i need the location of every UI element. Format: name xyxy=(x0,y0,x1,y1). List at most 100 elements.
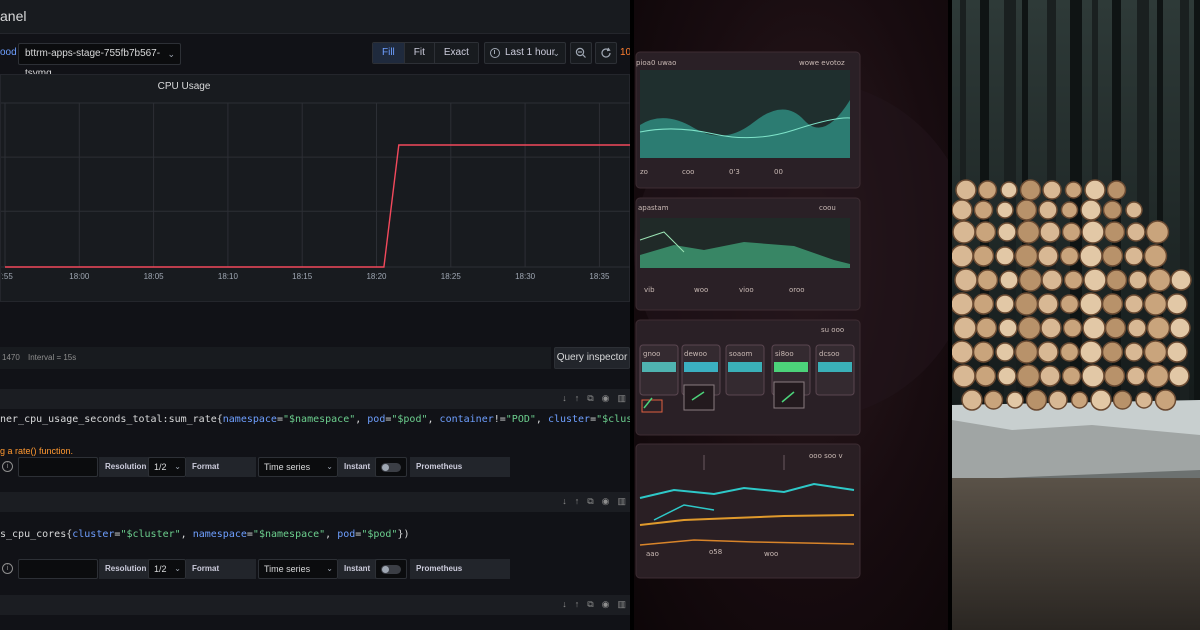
log-end xyxy=(1039,365,1061,387)
log-end xyxy=(1080,199,1102,221)
copy-icon[interactable]: ⧉ xyxy=(587,599,593,610)
instant-toggle[interactable] xyxy=(375,559,407,579)
card2-title: apastam xyxy=(638,204,669,212)
log-end xyxy=(1103,365,1126,387)
log-end xyxy=(995,294,1015,314)
query-metric: s_cpu_cores{ xyxy=(0,529,73,540)
log-end xyxy=(1048,390,1068,410)
datasource-label: Prometheus xyxy=(410,457,510,477)
refresh-icon xyxy=(601,47,611,58)
time-range-picker[interactable]: Last 1 hour ⌄ xyxy=(484,42,566,64)
log-end xyxy=(1104,317,1127,339)
arrow-down-icon[interactable]: ↓ xyxy=(562,393,567,404)
card3-tile-1: dewoo xyxy=(684,350,708,358)
card1-label-2: 0'3 xyxy=(729,168,740,176)
log-end xyxy=(1014,340,1039,364)
log-end xyxy=(1037,341,1059,363)
log-end xyxy=(1124,246,1144,266)
log-end xyxy=(974,365,997,387)
arrow-down-icon[interactable]: ↓ xyxy=(562,496,567,507)
resolution-label: Resolution xyxy=(99,457,153,477)
chevron-down-icon: ⌄ xyxy=(167,49,175,59)
log-end xyxy=(1038,200,1058,220)
cpu-usage-panel: CPU Usage 7:5518:0018:0518:1018:1518:201… xyxy=(0,74,630,302)
log-end xyxy=(1079,292,1103,316)
log-end xyxy=(952,220,976,244)
resolution-value: 1/2 xyxy=(154,462,167,472)
query-separator: , xyxy=(355,414,368,425)
log-end xyxy=(995,342,1015,362)
card3-tile-3: si8oo xyxy=(775,350,794,358)
log-end xyxy=(954,268,978,292)
query-label-key: namespace xyxy=(192,529,247,540)
arrow-up-icon[interactable]: ↑ xyxy=(575,496,580,507)
copy-icon[interactable]: ⧉ xyxy=(587,496,593,507)
log-end xyxy=(953,316,977,340)
log-end xyxy=(1014,244,1039,268)
query-label-key: pod xyxy=(337,529,356,540)
log-end xyxy=(952,292,974,316)
log-end xyxy=(952,199,973,221)
chevron-down-icon: ⌄ xyxy=(174,462,181,471)
resolution-select[interactable]: 1/2 ⌄ xyxy=(148,559,186,579)
refresh-button[interactable] xyxy=(595,42,617,64)
x-tick-label: 18:20 xyxy=(366,272,387,281)
log-end xyxy=(997,222,1017,242)
eye-icon[interactable]: ◉ xyxy=(602,496,610,507)
cpu-usage-chart: 7:55 18:00 18:05 18:10 18:15 18:20 18:25 18:30 1… xyxy=(1,102,630,281)
legend-input[interactable] xyxy=(18,457,98,477)
resolution-select[interactable]: 1/2 ⌄ xyxy=(148,457,186,477)
log-end xyxy=(972,293,995,315)
log-end xyxy=(1070,391,1089,409)
query-metric: ner_cpu_usage_seconds_total:sum_rate{ xyxy=(0,414,223,425)
log-end xyxy=(1016,220,1041,244)
format-label: Format xyxy=(186,559,256,579)
log-end xyxy=(1125,201,1143,219)
format-value: Time series xyxy=(264,564,311,574)
zoom-out-button[interactable] xyxy=(570,42,592,64)
log-end xyxy=(1060,201,1079,219)
query-a-expression[interactable]: ner_cpu_usage_seconds_total:sum_rate{nam… xyxy=(0,409,630,431)
log-end xyxy=(1126,222,1146,242)
log-end xyxy=(1102,200,1123,220)
card2-right: coou xyxy=(819,204,836,212)
card3-tile-2: soaom xyxy=(729,350,753,358)
log-end xyxy=(1040,317,1062,339)
copy-icon[interactable]: ⧉ xyxy=(587,393,593,404)
pod-variable-select[interactable]: bttrm-apps-stage-755fb7b567-tsvmq ⌄ xyxy=(18,43,181,79)
arrow-down-icon[interactable]: ↓ xyxy=(562,599,567,610)
query-b-expression[interactable]: s_cpu_cores{cluster="$cluster", namespac… xyxy=(0,524,630,546)
log-end xyxy=(1147,268,1172,292)
mode-fill-button[interactable]: Fill xyxy=(373,43,405,63)
card4-label-0: aao xyxy=(646,550,659,558)
arrow-up-icon[interactable]: ↑ xyxy=(575,393,580,404)
trash-icon[interactable]: ▥ xyxy=(617,393,626,404)
x-tick-label: 18:10 xyxy=(218,272,239,281)
log-end xyxy=(1124,342,1144,362)
legend-input[interactable] xyxy=(18,559,98,579)
mode-exact-button[interactable]: Exact xyxy=(434,43,478,63)
query-options-bar[interactable]: 1470 Interval = 15s xyxy=(0,347,551,369)
eye-icon[interactable]: ◉ xyxy=(602,599,610,610)
format-select[interactable]: Time series ⌄ xyxy=(258,559,338,579)
resolution-label: Resolution xyxy=(99,559,153,579)
trash-icon[interactable]: ▥ xyxy=(617,496,626,507)
query-inspector-button[interactable]: Query inspector xyxy=(554,347,630,369)
refresh-interval[interactable]: 10 xyxy=(620,47,630,58)
query-b-actions: ↓ ↑ ⧉ ◉ ▥ xyxy=(562,496,626,507)
eye-icon[interactable]: ◉ xyxy=(602,393,610,404)
log-end xyxy=(1015,199,1038,221)
trash-icon[interactable]: ▥ xyxy=(617,599,626,610)
view-mode-group: Fill Fit Exact xyxy=(372,42,479,64)
log-end xyxy=(1064,181,1083,199)
log-end xyxy=(1082,316,1106,340)
query-a-header: ↓ ↑ ⧉ ◉ ▥ xyxy=(0,389,630,409)
format-select[interactable]: Time series ⌄ xyxy=(258,457,338,477)
zoom-out-icon xyxy=(575,47,586,58)
instant-toggle[interactable] xyxy=(375,457,407,477)
log-end xyxy=(1169,317,1191,339)
editor-header: anel xyxy=(0,0,630,34)
arrow-up-icon[interactable]: ↑ xyxy=(575,599,580,610)
query-label-key: pod xyxy=(367,414,386,425)
mode-fit-button[interactable]: Fit xyxy=(404,43,435,63)
